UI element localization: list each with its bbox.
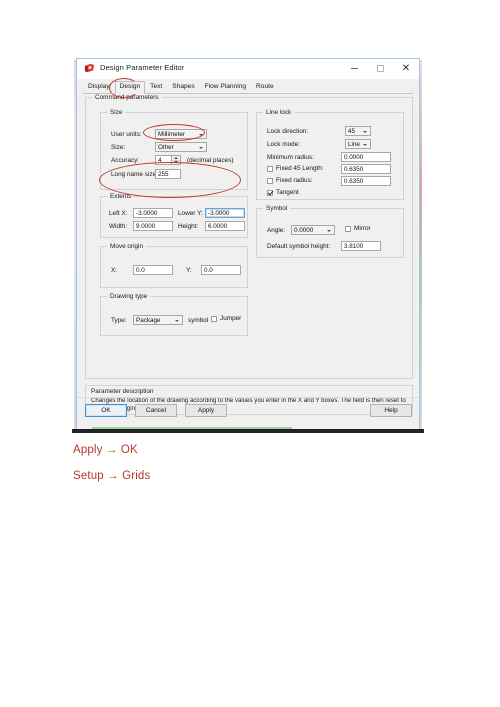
size-dropdown[interactable]: Other	[155, 142, 207, 152]
tab-text[interactable]: Text	[145, 81, 167, 94]
jumper-checkbox-box[interactable]	[211, 315, 217, 322]
highlight-ellipse-extents	[99, 162, 241, 198]
note-apply-ok: Apply → OK	[73, 444, 138, 456]
default-symbol-height-label: Default symbol height:	[267, 243, 331, 250]
embedded-screenshot: Design Parameter Editor ✕ Display Design…	[76, 58, 420, 433]
origin-x-input[interactable]: 0.0	[133, 265, 173, 275]
symbol-angle-dropdown[interactable]: 0.0000	[291, 225, 335, 235]
lock-mode-dropdown[interactable]: Line	[345, 139, 371, 149]
design-parameter-editor-icon	[84, 63, 95, 73]
lock-direction-dropdown[interactable]: 45	[345, 126, 371, 136]
lower-y-input[interactable]: -3.0000	[205, 208, 245, 218]
width-input[interactable]: 9.0000	[133, 221, 173, 231]
fixed-radius-checkbox[interactable]: Fixed radius:	[267, 177, 313, 184]
drawing-type-dropdown[interactable]: Package	[133, 315, 183, 325]
fixed-45-length-checkbox[interactable]: Fixed 45 Length:	[267, 165, 324, 172]
user-units-label: User units:	[111, 131, 142, 138]
window-controls: ✕	[341, 59, 419, 78]
note-setup-grids: Setup → Grids	[73, 470, 151, 482]
parameter-description-title: Parameter description	[91, 388, 154, 395]
jumper-checkbox-label: Jumper	[220, 315, 242, 322]
tab-shapes[interactable]: Shapes	[167, 81, 199, 94]
lock-mode-label: Lock mode:	[267, 141, 301, 148]
tangent-checkbox-box[interactable]	[267, 189, 273, 196]
window-title-bar: Design Parameter Editor ✕	[77, 59, 419, 79]
symbol-group: Symbol Angle: 0.0000 Mirror Default symb…	[256, 205, 404, 258]
apply-button[interactable]: Apply	[185, 404, 227, 417]
symbol-suffix-label: symbol	[188, 317, 209, 324]
jumper-checkbox[interactable]: Jumper	[211, 315, 241, 322]
highlight-ellipse-user-units	[143, 124, 205, 141]
size-label: Size:	[111, 144, 126, 151]
close-button[interactable]: ✕	[393, 59, 419, 78]
mirror-label: Mirror	[354, 225, 371, 232]
minimize-button[interactable]	[341, 59, 367, 78]
fixed-radius-input[interactable]: 0.6350	[341, 176, 391, 186]
width-label: Width:	[109, 223, 128, 230]
dialog-button-row: OK Cancel Apply Help	[77, 402, 419, 430]
symbol-angle-label: Angle:	[267, 227, 286, 234]
design-parameter-editor-window: Design Parameter Editor ✕ Display Design…	[76, 58, 420, 430]
help-button[interactable]: Help	[370, 404, 412, 417]
left-x-input[interactable]: -3.0000	[133, 208, 173, 218]
tab-display[interactable]: Display	[83, 81, 115, 94]
command-parameters-group: Command parameters Size User units: Mill…	[85, 94, 413, 379]
drawing-type-legend: Drawing type	[107, 293, 151, 300]
origin-x-label: X:	[111, 267, 118, 274]
fixed-45-length-input[interactable]: 0.6350	[341, 164, 391, 174]
fixed-45-length-checkbox-box[interactable]	[267, 165, 273, 172]
extents-group: Extents Left X: -3.0000 Lower Y: -3.0000…	[100, 193, 248, 238]
scan-artifact-shadow	[72, 429, 424, 433]
left-x-label: Left X:	[109, 210, 128, 217]
move-origin-group: Move origin X: 0.0 Y: 0.0	[100, 243, 248, 288]
fixed-radius-label: Fixed radius:	[276, 177, 313, 184]
mirror-checkbox[interactable]: Mirror	[345, 225, 371, 232]
lock-direction-label: Lock direction:	[267, 128, 309, 135]
minimum-radius-label: Minimum radius:	[267, 154, 314, 161]
tangent-label: Tangent	[276, 189, 299, 196]
fixed-45-length-label: Fixed 45 Length:	[276, 165, 324, 172]
window-title: Design Parameter Editor	[100, 63, 185, 72]
minimum-radius-input[interactable]: 0.0000	[341, 152, 391, 162]
size-legend: Size	[107, 109, 126, 116]
tab-strip: Display Design Text Shapes Flow Planning…	[83, 81, 413, 95]
symbol-legend: Symbol	[263, 205, 291, 212]
fixed-radius-checkbox-box[interactable]	[267, 177, 273, 184]
mirror-checkbox-box[interactable]	[345, 225, 351, 232]
lower-y-label: Lower Y:	[178, 210, 203, 217]
tab-design[interactable]: Design	[114, 81, 146, 94]
move-origin-legend: Move origin	[107, 243, 147, 250]
origin-y-input[interactable]: 0.0	[201, 265, 241, 275]
height-label: Height:	[178, 223, 199, 230]
tab-route[interactable]: Route	[251, 81, 279, 94]
cancel-button[interactable]: Cancel	[135, 404, 177, 417]
drawing-type-label: Type:	[111, 317, 127, 324]
tangent-checkbox[interactable]: Tangent	[267, 189, 299, 196]
default-symbol-height-input[interactable]: 3.8100	[341, 241, 381, 251]
tab-flow-planning[interactable]: Flow Planning	[200, 81, 251, 94]
ok-button[interactable]: OK	[85, 404, 127, 417]
maximize-button[interactable]	[367, 59, 393, 78]
line-lock-group: Line lock Lock direction: 45 Lock mode: …	[256, 109, 404, 200]
drawing-type-group: Drawing type Type: Package symbol Jumper	[100, 293, 248, 336]
button-row-divider	[77, 397, 419, 398]
height-input[interactable]: 6.0000	[205, 221, 245, 231]
line-lock-legend: Line lock	[263, 109, 295, 116]
origin-y-label: Y:	[186, 267, 192, 274]
